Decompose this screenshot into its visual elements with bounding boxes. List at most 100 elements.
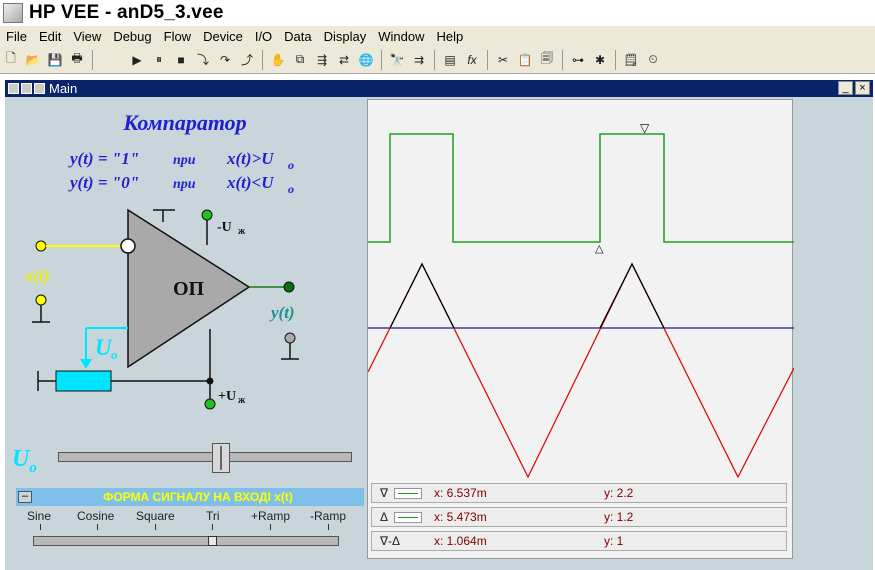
eq2-rhs: x(t)<U (226, 173, 274, 192)
menu-data[interactable]: Data (278, 29, 317, 44)
neg-supply-label: -U (217, 220, 232, 235)
menu-window[interactable]: Window (372, 29, 430, 44)
eq1-at: при (173, 153, 196, 168)
junction-dot (206, 377, 214, 385)
toolbar: 🗋 📂 💾 🖶 ▶ ⏸ ■ ⤵ ↷ ⤴ ✋ ⧉ ⇶ ⇄ 🌐 🔭 ⇉ ▤ fx ✂… (0, 46, 875, 74)
delta-symbol: ∇-Δ (380, 534, 401, 548)
pos-supply-label: +U (218, 389, 236, 404)
eq2-sub: o (288, 182, 294, 196)
notepad-icon[interactable]: 🗒 (621, 50, 641, 70)
menu-edit[interactable]: Edit (33, 29, 67, 44)
pos-supply-pin[interactable] (204, 398, 216, 410)
connect-icon[interactable]: ⊶ (568, 50, 588, 70)
delete-icon[interactable]: 🗐 (537, 50, 557, 70)
new-icon[interactable]: 🗋 (1, 50, 21, 70)
menu-io[interactable]: I/O (249, 29, 278, 44)
input-triangle-peak-1 (389, 262, 455, 329)
menu-bar: File Edit View Debug Flow Device I/O Dat… (0, 26, 875, 46)
opamp-label: ОП (173, 278, 205, 300)
app-title: HP VEE - anD5_3.vee (29, 2, 224, 23)
menu-debug[interactable]: Debug (107, 29, 157, 44)
timer-icon[interactable]: ⏲ (643, 50, 663, 70)
menu-flow[interactable]: Flow (158, 29, 197, 44)
readout-y: y: 1.2 (604, 510, 634, 524)
waveform-option-sine[interactable]: Sine (27, 509, 51, 523)
close-button[interactable]: × (855, 81, 870, 95)
menu-file[interactable]: File (0, 29, 33, 44)
toolbar-separator (434, 49, 435, 70)
copy-object-icon[interactable]: ⧉ (290, 50, 310, 70)
step-over-icon[interactable]: ↷ (215, 50, 235, 70)
waveform-option-cosine[interactable]: Cosine (77, 509, 114, 523)
pause-icon[interactable]: ⏸ (149, 50, 169, 70)
run-icon[interactable]: ▶ (127, 50, 147, 70)
output-label: y(t) (269, 303, 295, 322)
menu-view[interactable]: View (67, 29, 107, 44)
toolbar-separator (615, 49, 616, 70)
schematic-title: Компаратор (122, 110, 246, 135)
ref-wiper-arrow (80, 359, 92, 369)
collapse-button[interactable]: – (18, 491, 32, 503)
input-triangle-peak-2 (599, 262, 665, 329)
potentiometer-resistor (55, 370, 112, 392)
input-source-pin[interactable] (35, 240, 47, 252)
readout-y: y: 1 (604, 534, 624, 548)
main-window-titlebar: Main _ × (5, 80, 873, 97)
stop-icon[interactable]: ■ (171, 50, 191, 70)
output-pin[interactable] (283, 281, 295, 293)
window-menu-icon[interactable] (8, 83, 19, 94)
waveform-slider-thumb[interactable] (208, 536, 217, 546)
step-out-icon[interactable]: ⤴ (237, 50, 257, 70)
toolbar-separator (487, 49, 488, 70)
menu-display[interactable]: Display (318, 29, 373, 44)
waveform-option-tri[interactable]: Tri (206, 509, 220, 523)
globe-icon[interactable]: 🌐 (356, 50, 376, 70)
readout-x: x: 5.473m (434, 510, 487, 524)
trace-icon[interactable]: ⇶ (312, 50, 332, 70)
paste-icon[interactable]: 📋 (515, 50, 535, 70)
menu-help[interactable]: Help (431, 29, 470, 44)
bug-icon[interactable]: ✱ (590, 50, 610, 70)
neg-supply-pin[interactable] (201, 209, 213, 221)
readout-marker-2: Δ x: 5.473m y: 1.2 (371, 507, 787, 527)
neg-supply-sub: ж (238, 226, 246, 237)
readout-delta: ∇-Δ x: 1.064m y: 1 (371, 531, 787, 551)
menu-device[interactable]: Device (197, 29, 249, 44)
print-icon[interactable]: 🖶 (67, 50, 87, 70)
marker-down[interactable]: ▽ (640, 121, 650, 135)
input-label: x(t) (24, 266, 50, 285)
marker-up[interactable]: △ (595, 243, 604, 255)
waveform-selector-title: ФОРМА СИГНАЛУ НА ВХОДІ x(t) (103, 490, 293, 504)
trace-legend (394, 512, 422, 523)
u0-slider-label: Uo (12, 446, 37, 476)
find-icon[interactable]: 🔭 (387, 50, 407, 70)
input-triangle-trace (367, 262, 795, 479)
save-icon[interactable]: 💾 (45, 50, 65, 70)
find-next-icon[interactable]: ⇉ (409, 50, 429, 70)
properties-icon[interactable]: ▤ (440, 50, 460, 70)
toolbar-separator (262, 49, 263, 70)
window-panel-icon[interactable] (34, 83, 45, 94)
step-into-icon[interactable]: ⤵ (193, 50, 213, 70)
minimize-button[interactable]: _ (838, 81, 853, 95)
window-detail-icon[interactable] (21, 83, 32, 94)
output-probe-pin[interactable] (284, 332, 296, 344)
plot-canvas: ▽ △ (367, 121, 795, 479)
app-titlebar: HP VEE - anD5_3.vee (0, 0, 875, 26)
input-probe-pin[interactable] (35, 294, 47, 306)
waveform-option-square[interactable]: Square (136, 509, 175, 523)
waveform-option-minus-ramp[interactable]: -Ramp (310, 509, 346, 523)
waveform-slider-track[interactable] (33, 536, 339, 546)
probe-icon[interactable]: ⇄ (334, 50, 354, 70)
waveform-option-plus-ramp[interactable]: +Ramp (251, 509, 290, 523)
u0-slider-thumb[interactable] (212, 443, 230, 473)
cut-icon[interactable]: ✂ (493, 50, 513, 70)
marker-up-symbol: Δ (380, 510, 389, 524)
eq2-at: при (173, 177, 196, 192)
formula-icon[interactable]: fx (462, 50, 482, 70)
readout-marker-1: ∇ x: 6.537m y: 2.2 (371, 483, 787, 503)
open-icon[interactable]: 📂 (23, 50, 43, 70)
eq1-rhs: x(t)>U (226, 149, 274, 168)
hand-icon[interactable]: ✋ (268, 50, 288, 70)
u0-slider-track[interactable] (58, 452, 352, 462)
